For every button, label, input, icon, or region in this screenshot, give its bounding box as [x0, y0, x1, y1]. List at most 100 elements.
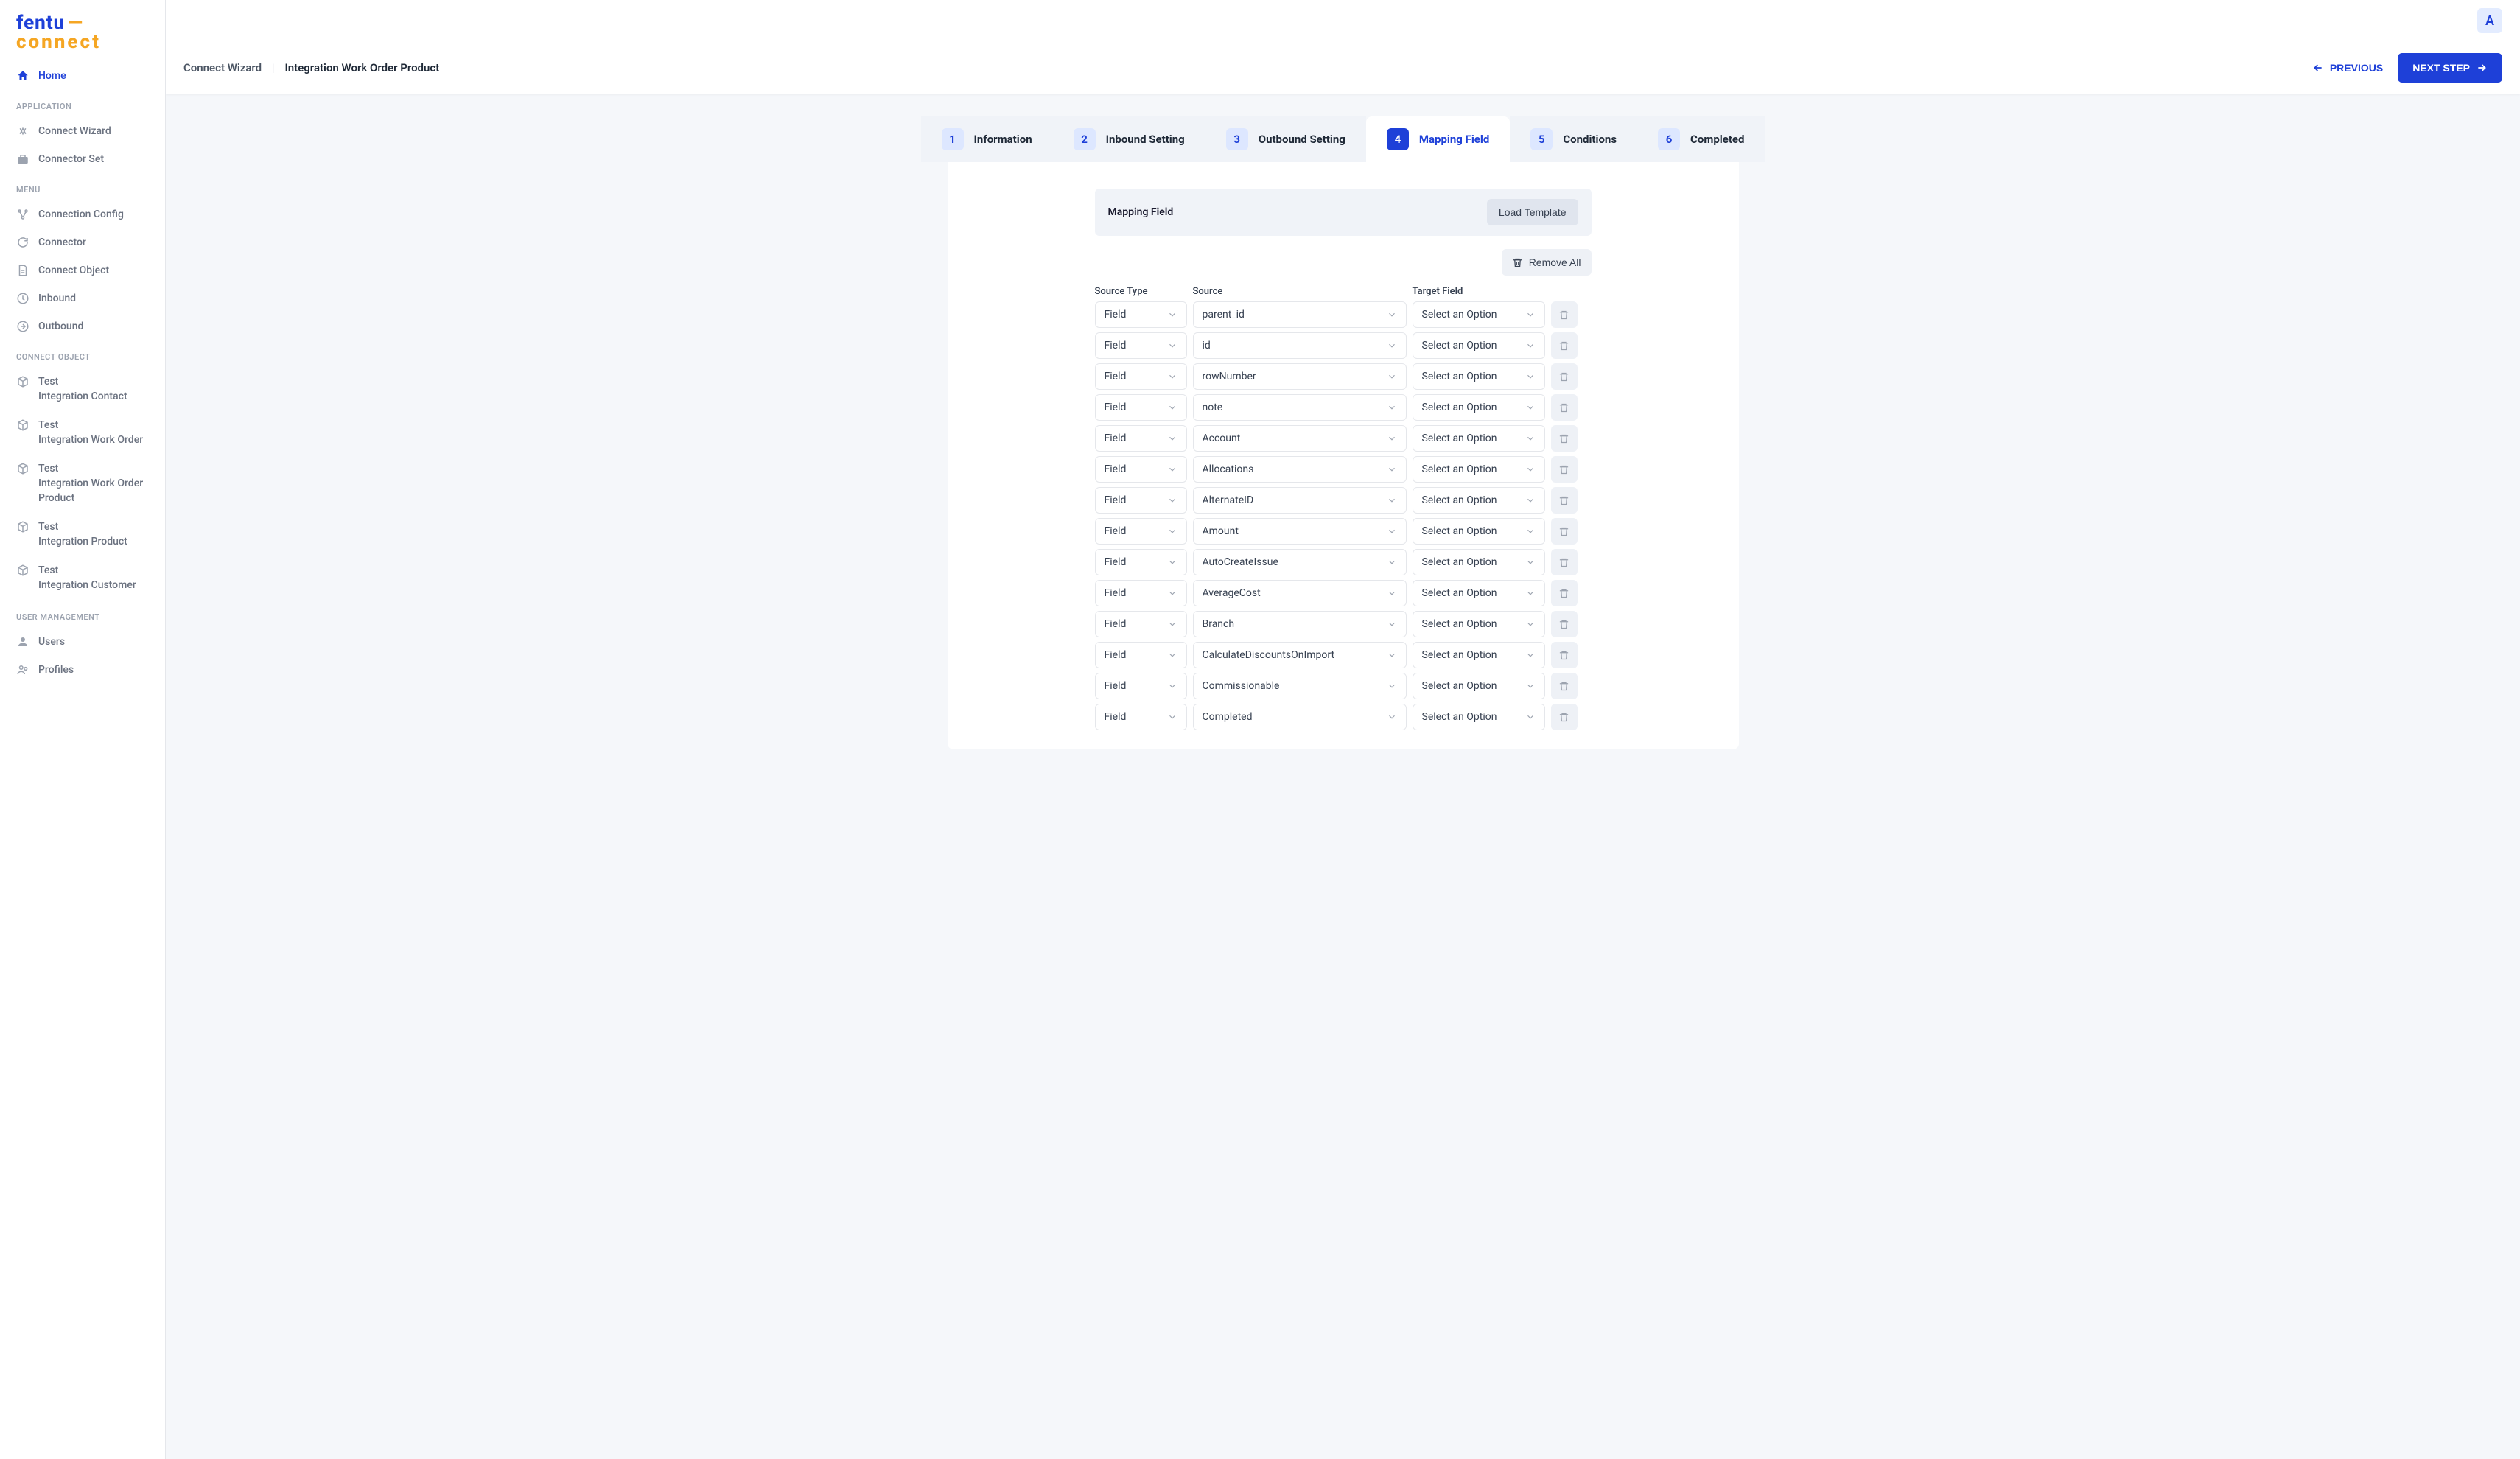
- source-select[interactable]: CalculateDiscountsOnImport: [1193, 642, 1407, 668]
- target-field-select[interactable]: Select an Option: [1413, 487, 1545, 514]
- source-type-select[interactable]: Field: [1095, 425, 1187, 452]
- delete-row-button[interactable]: [1551, 301, 1578, 328]
- step-4[interactable]: 4Mapping Field: [1366, 116, 1510, 162]
- target-field-select[interactable]: Select an Option: [1413, 425, 1545, 452]
- delete-row-button[interactable]: [1551, 363, 1578, 390]
- source-select[interactable]: Completed: [1193, 704, 1407, 730]
- target-field-select[interactable]: Select an Option: [1413, 332, 1545, 359]
- source-type-select[interactable]: Field: [1095, 642, 1187, 668]
- subheader: Connect Wizard | Integration Work Order …: [166, 41, 2520, 94]
- source-type-select[interactable]: Field: [1095, 518, 1187, 545]
- source-select[interactable]: Amount: [1193, 518, 1407, 545]
- source-select[interactable]: id: [1193, 332, 1407, 359]
- arrow-left-icon: [2312, 62, 2324, 74]
- source-select[interactable]: Allocations: [1193, 456, 1407, 483]
- arrow-right-icon: [2476, 62, 2488, 74]
- target-field-select[interactable]: Select an Option: [1413, 394, 1545, 421]
- sidebar-item[interactable]: Connection Config: [0, 200, 165, 228]
- mapping-row: FieldnoteSelect an Option: [1095, 394, 1592, 421]
- sidebar-item[interactable]: TestIntegration Work Order Product: [0, 455, 165, 513]
- source-select[interactable]: Commissionable: [1193, 673, 1407, 699]
- source-type-select[interactable]: Field: [1095, 363, 1187, 390]
- sidebar: fentu— connect Home APPLICATIONConnect W…: [0, 0, 166, 1459]
- sidebar-item[interactable]: Users: [0, 628, 165, 656]
- source-select[interactable]: AutoCreateIssue: [1193, 549, 1407, 575]
- delete-row-button[interactable]: [1551, 549, 1578, 575]
- mapping-row: FieldrowNumberSelect an Option: [1095, 363, 1592, 390]
- source-type-select[interactable]: Field: [1095, 673, 1187, 699]
- source-select[interactable]: rowNumber: [1193, 363, 1407, 390]
- cube-icon: [16, 419, 29, 432]
- avatar[interactable]: A: [2477, 8, 2502, 33]
- sidebar-item[interactable]: Connect Object: [0, 256, 165, 284]
- step-2[interactable]: 2Inbound Setting: [1053, 116, 1205, 162]
- sidebar-item[interactable]: TestIntegration Customer: [0, 556, 165, 600]
- target-field-select[interactable]: Select an Option: [1413, 673, 1545, 699]
- mapping-row: FieldAlternateIDSelect an Option: [1095, 487, 1592, 514]
- source-type-select[interactable]: Field: [1095, 549, 1187, 575]
- sidebar-item[interactable]: Profiles: [0, 656, 165, 684]
- target-field-select[interactable]: Select an Option: [1413, 456, 1545, 483]
- step-5[interactable]: 5Conditions: [1510, 116, 1637, 162]
- step-6[interactable]: 6Completed: [1637, 116, 1765, 162]
- target-field-select[interactable]: Select an Option: [1413, 642, 1545, 668]
- target-field-select[interactable]: Select an Option: [1413, 301, 1545, 328]
- source-type-select[interactable]: Field: [1095, 487, 1187, 514]
- load-template-button[interactable]: Load Template: [1487, 199, 1578, 225]
- target-field-select[interactable]: Select an Option: [1413, 518, 1545, 545]
- source-type-select[interactable]: Field: [1095, 456, 1187, 483]
- source-type-select[interactable]: Field: [1095, 580, 1187, 606]
- sidebar-item[interactable]: TestIntegration Contact: [0, 368, 165, 411]
- nav-section-title: APPLICATION: [0, 90, 165, 117]
- delete-row-button[interactable]: [1551, 332, 1578, 359]
- delete-row-button[interactable]: [1551, 487, 1578, 514]
- delete-row-button[interactable]: [1551, 704, 1578, 730]
- previous-button[interactable]: PREVIOUS: [2312, 62, 2383, 74]
- delete-row-button[interactable]: [1551, 394, 1578, 421]
- target-field-select[interactable]: Select an Option: [1413, 704, 1545, 730]
- home-icon: [16, 69, 29, 83]
- logo: fentu— connect: [0, 0, 165, 62]
- topbar: A: [166, 0, 2520, 41]
- target-field-select[interactable]: Select an Option: [1413, 611, 1545, 637]
- sidebar-item[interactable]: TestIntegration Product: [0, 513, 165, 556]
- next-step-button[interactable]: NEXT STEP: [2398, 53, 2502, 83]
- col-source: Source: [1193, 286, 1407, 297]
- sidebar-item[interactable]: TestIntegration Work Order: [0, 411, 165, 455]
- outbound-icon: [16, 320, 29, 333]
- source-select[interactable]: AverageCost: [1193, 580, 1407, 606]
- source-type-select[interactable]: Field: [1095, 301, 1187, 328]
- sidebar-item[interactable]: Inbound: [0, 284, 165, 312]
- source-select[interactable]: note: [1193, 394, 1407, 421]
- sidebar-item[interactable]: Outbound: [0, 312, 165, 340]
- delete-row-button[interactable]: [1551, 611, 1578, 637]
- sidebar-item[interactable]: Connector Set: [0, 145, 165, 173]
- delete-row-button[interactable]: [1551, 518, 1578, 545]
- remove-all-button[interactable]: Remove All: [1502, 249, 1592, 276]
- source-select[interactable]: Account: [1193, 425, 1407, 452]
- delete-row-button[interactable]: [1551, 425, 1578, 452]
- briefcase-icon: [16, 153, 29, 166]
- source-select[interactable]: AlternateID: [1193, 487, 1407, 514]
- source-type-select[interactable]: Field: [1095, 332, 1187, 359]
- delete-row-button[interactable]: [1551, 673, 1578, 699]
- step-1[interactable]: 1Information: [921, 116, 1053, 162]
- delete-row-button[interactable]: [1551, 580, 1578, 606]
- step-3[interactable]: 3Outbound Setting: [1205, 116, 1366, 162]
- nodes-icon: [16, 208, 29, 221]
- target-field-select[interactable]: Select an Option: [1413, 580, 1545, 606]
- inbound-icon: [16, 292, 29, 305]
- sidebar-item[interactable]: Connector: [0, 228, 165, 256]
- source-type-select[interactable]: Field: [1095, 394, 1187, 421]
- delete-row-button[interactable]: [1551, 456, 1578, 483]
- source-type-select[interactable]: Field: [1095, 611, 1187, 637]
- source-type-select[interactable]: Field: [1095, 704, 1187, 730]
- nav-section-title: MENU: [0, 173, 165, 200]
- target-field-select[interactable]: Select an Option: [1413, 363, 1545, 390]
- sidebar-item[interactable]: Connect Wizard: [0, 117, 165, 145]
- target-field-select[interactable]: Select an Option: [1413, 549, 1545, 575]
- delete-row-button[interactable]: [1551, 642, 1578, 668]
- source-select[interactable]: parent_id: [1193, 301, 1407, 328]
- nav-home[interactable]: Home: [0, 62, 165, 90]
- source-select[interactable]: Branch: [1193, 611, 1407, 637]
